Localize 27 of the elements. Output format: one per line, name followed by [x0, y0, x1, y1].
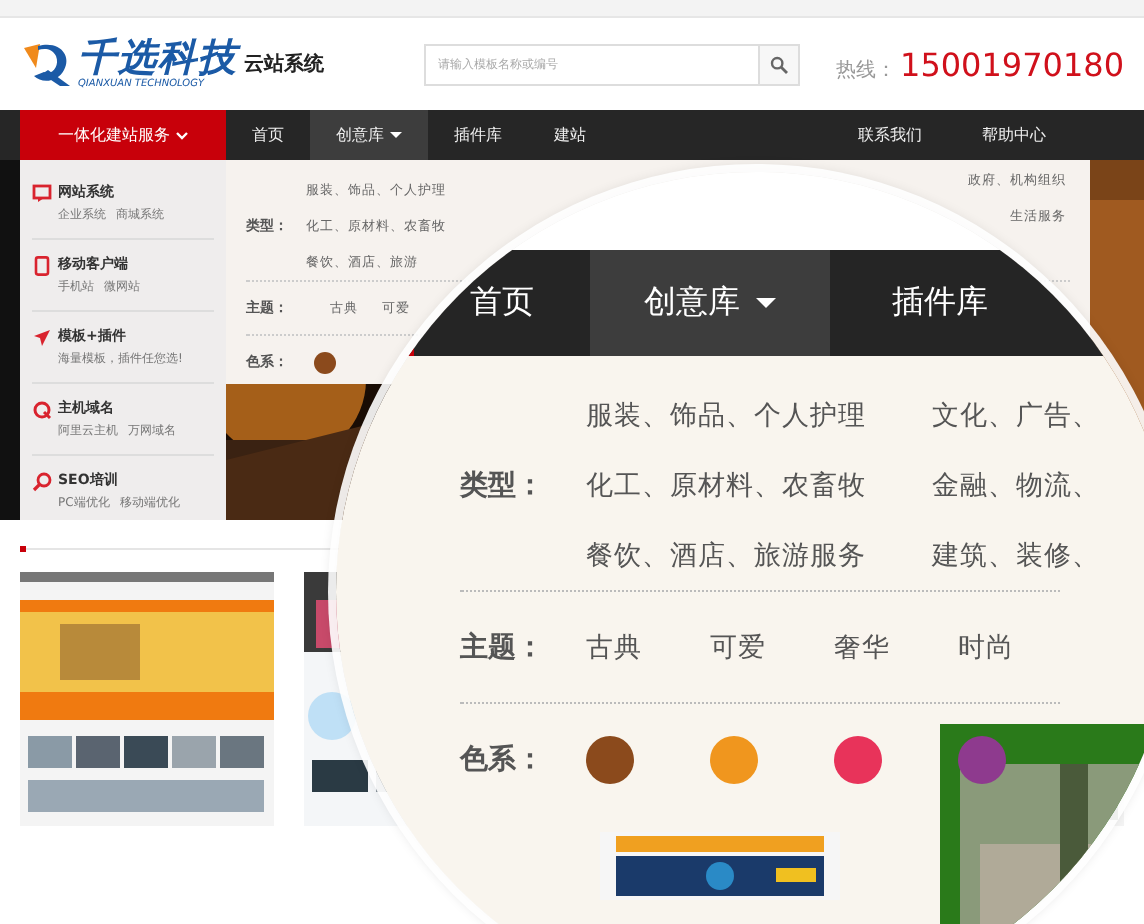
hotline-label: 热线：: [836, 57, 897, 83]
theme-link[interactable]: 时尚: [958, 629, 1082, 665]
category-link[interactable]: 服装、饰品、个人护理: [586, 397, 932, 433]
category-label: 色系：: [460, 742, 546, 778]
service-menu-button[interactable]: 一体化建站服务: [20, 110, 226, 160]
nav-item[interactable]: 插件库: [830, 250, 1050, 356]
nav-item[interactable]: 首页: [414, 250, 590, 356]
nav-item[interactable]: 创意库: [310, 110, 428, 160]
nav-item[interactable]: 插件库: [428, 110, 528, 160]
category-link[interactable]: 文化、广告、: [932, 397, 1144, 433]
category-label: 主题：: [460, 629, 546, 665]
nav-item[interactable]: 首页: [226, 110, 310, 160]
theme-link[interactable]: 可爱: [710, 629, 834, 665]
product-name: 云站系统: [244, 51, 324, 78]
theme-link[interactable]: 古典: [586, 629, 710, 665]
nav-link[interactable]: 帮助中心: [956, 110, 1072, 160]
category-link[interactable]: 化工、原材料、农畜牧: [586, 467, 932, 503]
category-link[interactable]: 金融、物流、: [932, 467, 1144, 503]
hotline-number: 15001970180: [900, 45, 1124, 83]
theme-link[interactable]: 奢华: [834, 629, 958, 665]
nav-item[interactable]: 建站: [528, 110, 612, 160]
category-link[interactable]: 餐饮、酒店、旅游服务: [586, 537, 932, 573]
logo-text: 千选科技: [78, 38, 238, 78]
nav-link[interactable]: 联系我们: [832, 110, 948, 160]
category-label: 类型：: [460, 467, 546, 503]
category-link[interactable]: 建筑、装修、: [932, 537, 1144, 573]
nav-item[interactable]: 创意库: [590, 250, 830, 356]
